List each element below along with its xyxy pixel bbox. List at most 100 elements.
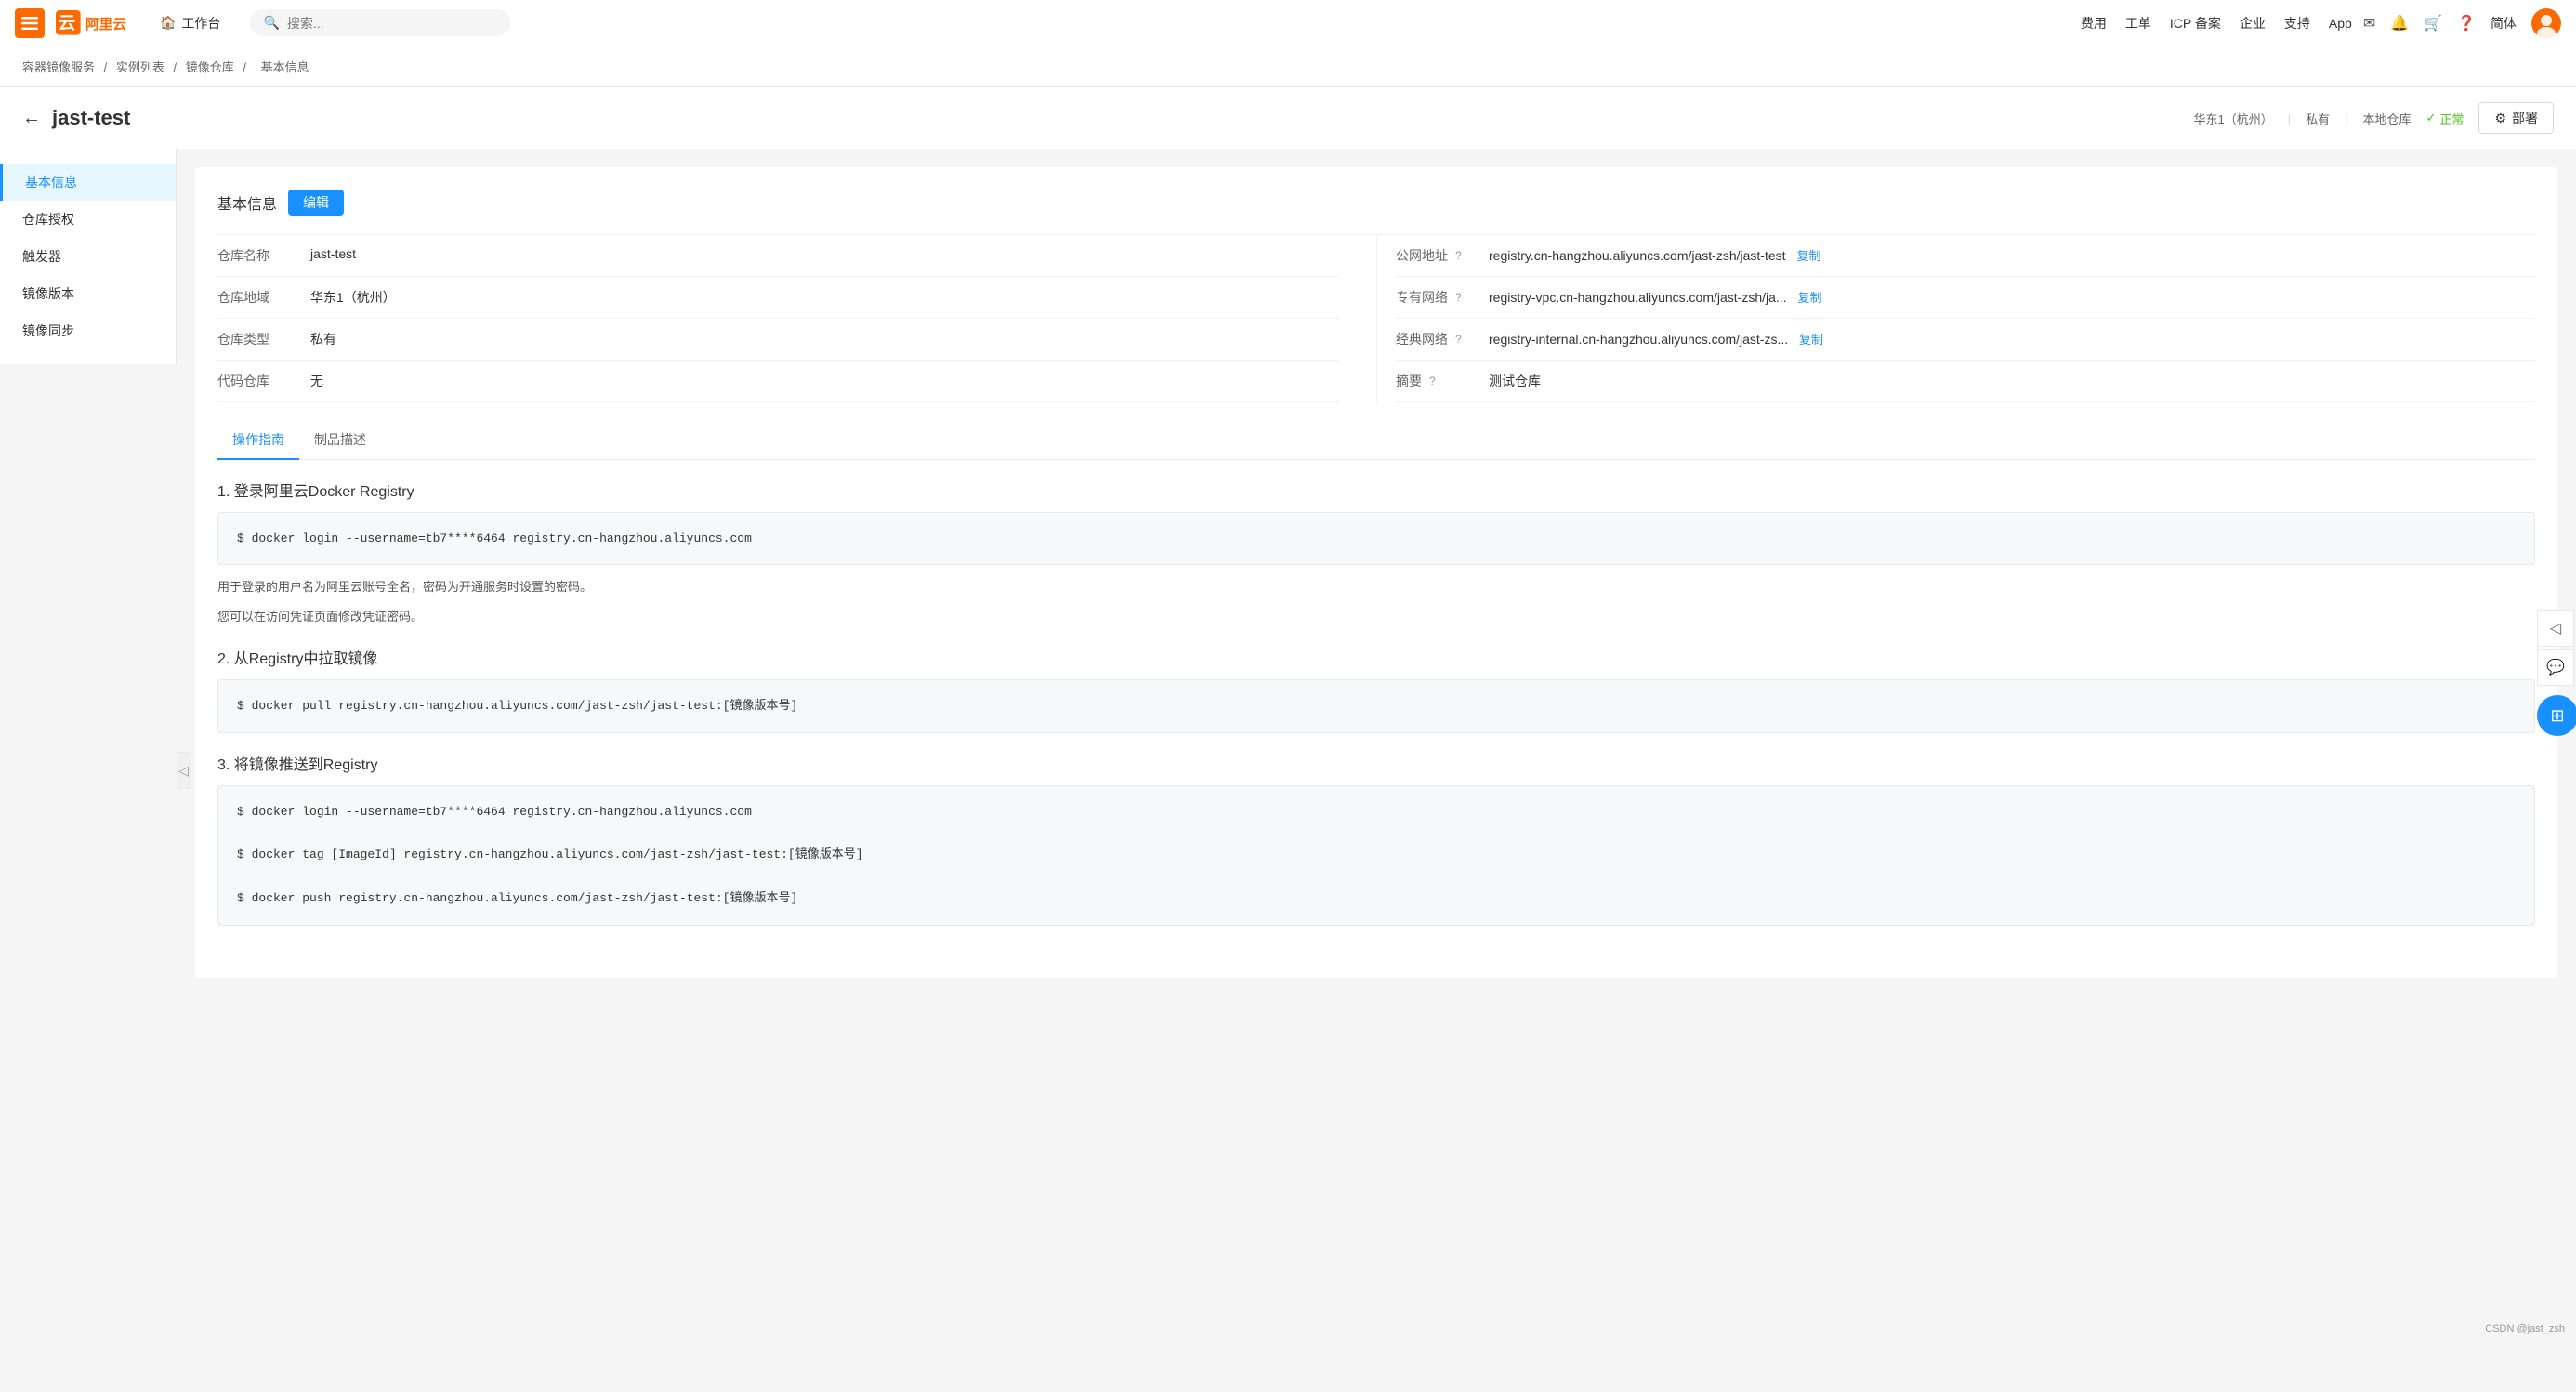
field-value-public-addr: registry.cn-hangzhou.aliyuncs.com/jast-z…: [1489, 246, 2535, 264]
page-header: ← jast-test 华东1（杭州） | 私有 | 本地仓库 ✓ 正常 ⚙ 部…: [0, 87, 2576, 149]
vpc-help-icon[interactable]: ?: [1455, 291, 1462, 304]
info-row-summary: 摘要 ? 测试仓库: [1396, 361, 2535, 402]
step3-code: $ docker login --username=tb7****6464 re…: [217, 785, 2535, 926]
copy-public-addr-btn[interactable]: 复制: [1796, 249, 1820, 263]
section-header: 基本信息 编辑: [217, 190, 2535, 216]
bottom-right-info: CSDN @jast_zsh: [2485, 1323, 2565, 1334]
nav-link-support[interactable]: 支持: [2284, 14, 2310, 33]
visibility-label: 私有: [2306, 110, 2330, 127]
float-panel: ◁ 💬 ⊞: [2537, 610, 2576, 736]
check-icon: ✓: [2426, 111, 2437, 125]
region-label: 华东1（杭州）: [2193, 110, 2272, 127]
info-left-col: 仓库名称 jast-test 仓库地域 华东1（杭州） 仓库类型 私有 代码仓库…: [217, 235, 1376, 402]
info-row-type: 仓库类型 私有: [217, 319, 1339, 361]
svg-text:云: 云: [59, 13, 76, 33]
info-row-code-repo: 代码仓库 无: [217, 361, 1339, 402]
info-row-vpc: 专有网络 ? registry-vpc.cn-hangzhou.aliyuncs…: [1396, 277, 2535, 319]
sidebar-item-image-sync[interactable]: 镜像同步: [0, 312, 176, 349]
nav-link-ticket[interactable]: 工单: [2125, 14, 2151, 33]
chat-float-btn[interactable]: 💬: [2537, 649, 2574, 686]
sidebar-item-auth[interactable]: 仓库授权: [0, 201, 176, 238]
page-meta: 华东1（杭州） | 私有 | 本地仓库 ✓ 正常 ⚙ 部署: [2193, 102, 2554, 134]
step1-code: $ docker login --username=tb7****6464 re…: [217, 512, 2535, 565]
nav-links: 费用 工单 ICP 备案 企业 支持 App: [2081, 14, 2352, 33]
grid-float-btn[interactable]: ⊞: [2537, 695, 2576, 736]
repo-type-label: 本地仓库: [2363, 110, 2412, 127]
sidebar-item-trigger[interactable]: 触发器: [0, 238, 176, 275]
instructions-panel: 1. 登录阿里云Docker Registry $ docker login -…: [217, 460, 2535, 955]
sidebar-toggle-button[interactable]: ◁: [177, 752, 191, 789]
back-button[interactable]: ←: [22, 108, 41, 129]
step1-heading: 1. 登录阿里云Docker Registry: [217, 479, 2535, 501]
step1-note-1: 用于登录的用户名为阿里云账号全名，密码为开通服务时设置的密码。: [217, 576, 2535, 598]
page-title: jast-test: [52, 106, 130, 130]
title-area: ← jast-test: [22, 106, 130, 130]
step3-heading: 3. 将镜像推送到Registry: [217, 752, 2535, 774]
deploy-button[interactable]: ⚙ 部署: [2478, 102, 2554, 134]
sidebar-container: 基本信息 仓库授权 触发器 镜像版本 镜像同步 ◁: [0, 149, 177, 1392]
field-value-region: 华东1（杭州）: [310, 288, 1339, 307]
help-icon-btn[interactable]: ❓: [2457, 14, 2476, 33]
info-right-col: 公网地址 ? registry.cn-hangzhou.aliyuncs.com…: [1376, 235, 2535, 402]
breadcrumb-service[interactable]: 容器镜像服务: [22, 60, 95, 74]
search-bar: 🔍: [250, 9, 510, 36]
tab-operation-guide[interactable]: 操作指南: [217, 421, 299, 460]
workbench-button[interactable]: 🏠 工作台: [149, 8, 231, 38]
search-input[interactable]: [287, 16, 498, 31]
field-value-vpc: registry-vpc.cn-hangzhou.aliyuncs.com/ja…: [1489, 288, 2535, 306]
breadcrumb-current: 基本信息: [261, 60, 309, 74]
menu-button[interactable]: [15, 8, 45, 38]
public-addr-help-icon[interactable]: ?: [1455, 249, 1462, 262]
info-row-name: 仓库名称 jast-test: [217, 235, 1339, 277]
tab-product-desc[interactable]: 制品描述: [299, 421, 381, 460]
summary-help-icon[interactable]: ?: [1429, 374, 1436, 387]
breadcrumb-instance-list[interactable]: 实例列表: [116, 60, 164, 74]
field-label-summary: 摘要 ?: [1396, 372, 1489, 390]
copy-vpc-btn[interactable]: 复制: [1797, 291, 1821, 305]
step3-code-line-2: $ docker tag [ImageId] registry.cn-hangz…: [237, 844, 2516, 865]
nav-icons: ✉ 🔔 🛒 ❓ 简体: [2363, 8, 2561, 38]
nav-lang[interactable]: 简体: [2491, 14, 2517, 33]
nav-link-icp[interactable]: ICP 备案: [2170, 14, 2221, 33]
avatar[interactable]: [2531, 8, 2561, 38]
step3-code-line-3: $ docker push registry.cn-hangzhou.aliyu…: [237, 887, 2516, 909]
info-row-region: 仓库地域 华东1（杭州）: [217, 277, 1339, 319]
edit-button[interactable]: 编辑: [288, 190, 344, 216]
field-label-public-addr: 公网地址 ?: [1396, 246, 1489, 265]
tabs: 操作指南 制品描述: [217, 421, 2535, 460]
step1-code-line-1: $ docker login --username=tb7****6464 re…: [237, 528, 2516, 549]
classic-help-icon[interactable]: ?: [1455, 333, 1462, 346]
deploy-icon: ⚙: [2494, 111, 2506, 126]
field-label-vpc: 专有网络 ?: [1396, 288, 1489, 307]
step2-code: $ docker pull registry.cn-hangzhou.aliyu…: [217, 679, 2535, 732]
field-label-region: 仓库地域: [217, 288, 310, 307]
aliyun-logo-icon: 云 阿里云: [56, 10, 130, 36]
info-row-classic: 经典网络 ? registry-internal.cn-hangzhou.ali…: [1396, 319, 2535, 361]
field-value-classic: registry-internal.cn-hangzhou.aliyuncs.c…: [1489, 330, 2535, 348]
breadcrumb-repo[interactable]: 镜像仓库: [186, 60, 234, 74]
sidebar-item-image-version[interactable]: 镜像版本: [0, 275, 176, 312]
top-nav: 云 阿里云 🏠 工作台 🔍 费用 工单 ICP 备案 企业 支持 App ✉ 🔔…: [0, 0, 2576, 46]
collapse-float-btn[interactable]: ◁: [2537, 610, 2574, 647]
field-value-name: jast-test: [310, 246, 1339, 261]
status-indicator: ✓ 正常: [2426, 110, 2464, 127]
nav-link-app[interactable]: App: [2329, 16, 2352, 31]
cart-icon-btn[interactable]: 🛒: [2424, 14, 2442, 33]
main-layout: 基本信息 仓库授权 触发器 镜像版本 镜像同步 ◁ 基本信息 编辑 仓库名称 j…: [0, 149, 2576, 1392]
bell-icon-btn[interactable]: 🔔: [2390, 14, 2409, 33]
sidebar-item-basic-info[interactable]: 基本信息: [0, 164, 176, 201]
message-icon-btn[interactable]: ✉: [2363, 14, 2375, 33]
main-content: 基本信息 编辑 仓库名称 jast-test 仓库地域 华东1（杭州） 仓: [177, 149, 2576, 1392]
copy-classic-btn[interactable]: 复制: [1799, 333, 1823, 347]
breadcrumb: 容器镜像服务 / 实例列表 / 镜像仓库 / 基本信息: [0, 46, 2576, 87]
field-value-type: 私有: [310, 330, 1339, 348]
field-value-code-repo: 无: [310, 372, 1339, 390]
step2-code-line-1: $ docker pull registry.cn-hangzhou.aliyu…: [237, 695, 2516, 716]
nav-link-fee[interactable]: 费用: [2081, 14, 2107, 33]
nav-link-enterprise[interactable]: 企业: [2240, 14, 2266, 33]
field-label-name: 仓库名称: [217, 246, 310, 265]
step1-note-2: 您可以在访问凭证页面修改凭证密码。: [217, 606, 2535, 627]
home-icon: 🏠: [160, 15, 176, 31]
logo[interactable]: 云 阿里云: [56, 10, 130, 36]
svg-text:阿里云: 阿里云: [85, 17, 126, 33]
